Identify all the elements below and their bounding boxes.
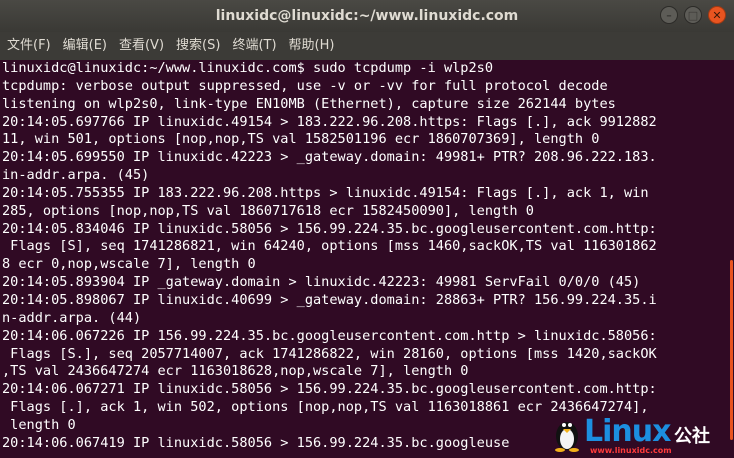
terminal-line: 11, win 501, options [nop,nop,TS val 158…: [2, 131, 600, 148]
terminal-line: listening on wlp2s0, link-type EN10MB (E…: [2, 95, 616, 112]
terminal-line: 20:14:05.755355 IP 183.222.96.208.https …: [2, 184, 649, 201]
menu-bar: 文件(F) 编辑(E) 查看(V) 搜索(S) 终端(T) 帮助(H): [0, 32, 734, 60]
menu-search[interactable]: 搜索(S): [169, 32, 225, 60]
terminal-line: tcpdump: verbose output suppressed, use …: [2, 77, 608, 94]
terminal-output[interactable]: linuxidc@linuxidc:~/www.linuxidc.com$ su…: [0, 60, 728, 458]
terminal-line: in-addr.arpa. (45): [2, 167, 150, 184]
menu-view[interactable]: 查看(V): [112, 32, 169, 60]
terminal-line: linuxidc@linuxidc:~/www.linuxidc.com$ su…: [2, 60, 494, 76]
terminal-line: n-addr.arpa. (44): [2, 309, 142, 326]
terminal-line: 20:14:05.893904 IP _gateway.domain > lin…: [2, 274, 641, 291]
menu-terminal[interactable]: 终端(T): [225, 32, 281, 60]
watermark-logo: Linux 公社 www.linuxidc.com: [550, 412, 728, 455]
terminal-line: Flags [S], seq 1741286821, win 64240, op…: [2, 238, 657, 255]
scrollbar-thumb[interactable]: [730, 260, 733, 440]
tux-penguin-icon: [555, 422, 579, 452]
terminal-line: 8 ecr 0,nop,wscale 7], length 0: [2, 256, 256, 273]
terminal-line: 20:14:06.067226 IP 156.99.224.35.bc.goog…: [2, 327, 657, 344]
terminal-line: 20:14:05.834046 IP linuxidc.58056 > 156.…: [2, 220, 657, 237]
window-controls: – □ ✕: [660, 6, 726, 24]
close-button[interactable]: ✕: [708, 6, 726, 24]
terminal-line: Flags [S.], seq 2057714007, ack 17412868…: [2, 345, 657, 362]
terminal-line: 20:14:05.697766 IP linuxidc.49154 > 183.…: [2, 113, 657, 130]
watermark-suffix: 公社: [674, 426, 710, 447]
terminal-line: 20:14:06.067271 IP linuxidc.58056 > 156.…: [2, 381, 657, 398]
window-title: linuxidc@linuxidc:~/www.linuxidc.com: [215, 8, 519, 24]
window-titlebar[interactable]: linuxidc@linuxidc:~/www.linuxidc.com – □…: [0, 0, 734, 32]
terminal-line: 285, options [nop,nop,TS val 1860717618 …: [2, 202, 534, 219]
terminal-scrollbar[interactable]: [728, 60, 734, 458]
menu-file[interactable]: 文件(F): [0, 32, 56, 60]
terminal-line: 20:14:05.699550 IP linuxidc.42223 > _gat…: [2, 149, 657, 166]
menu-help[interactable]: 帮助(H): [282, 32, 340, 60]
watermark-brand: Linux: [584, 414, 671, 449]
terminal-line: ,TS val 2436647274 ecr 1163018628,nop,ws…: [2, 363, 469, 380]
watermark-url: www.linuxidc.com: [590, 446, 672, 455]
maximize-button[interactable]: □: [684, 6, 702, 24]
menu-edit[interactable]: 编辑(E): [56, 32, 112, 60]
minimize-button[interactable]: –: [660, 6, 678, 24]
terminal-line: 20:14:05.898067 IP linuxidc.40699 > _gat…: [2, 291, 657, 308]
